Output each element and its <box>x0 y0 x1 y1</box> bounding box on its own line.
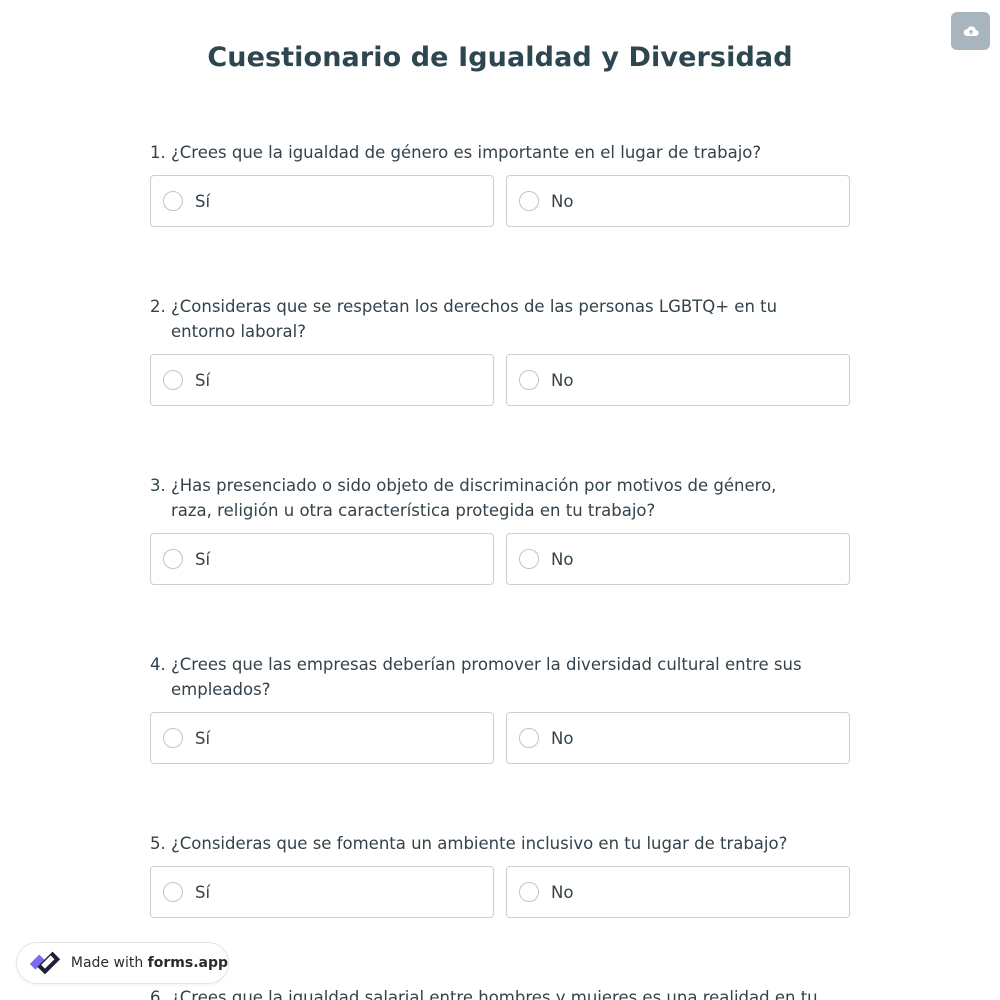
question-4: 4. ¿Crees que las empresas deberían prom… <box>150 652 850 764</box>
radio-button[interactable] <box>519 549 539 569</box>
cloud-upload-icon <box>963 26 979 37</box>
radio-button[interactable] <box>163 882 183 902</box>
badge-text: Made with forms.app <box>71 955 228 971</box>
option-label: No <box>551 191 574 211</box>
question-label: ¿Crees que las empresas deberían promove… <box>171 655 802 699</box>
form-title: Cuestionario de Igualdad y Diversidad <box>207 42 793 73</box>
radio-button[interactable] <box>519 191 539 211</box>
form-page: Cuestionario de Igualdad y Diversidad 1.… <box>0 0 1000 1000</box>
question-text: 4. ¿Crees que las empresas deberían prom… <box>150 652 850 702</box>
option-no[interactable]: No <box>506 712 850 764</box>
question-label: ¿Consideras que se fomenta un ambiente i… <box>171 834 788 853</box>
radio-button[interactable] <box>519 728 539 748</box>
question-text: 3. ¿Has presenciado o sido objeto de dis… <box>150 473 850 523</box>
question-5: 5. ¿Consideras que se fomenta un ambient… <box>150 831 850 918</box>
option-label: No <box>551 728 574 748</box>
radio-button[interactable] <box>519 882 539 902</box>
option-label: Sí <box>195 191 211 211</box>
question-text: 2. ¿Consideras que se respetan los derec… <box>150 294 850 344</box>
badge-brand: forms.app <box>147 955 228 971</box>
option-yes[interactable]: Sí <box>150 866 494 918</box>
options-group: Sí No <box>150 175 850 227</box>
question-number: 1. <box>150 143 166 162</box>
option-label: Sí <box>195 882 211 902</box>
option-yes[interactable]: Sí <box>150 354 494 406</box>
question-text: 6. ¿Crees que la igualdad salarial entre… <box>150 985 850 1000</box>
option-no[interactable]: No <box>506 175 850 227</box>
option-label: Sí <box>195 370 211 390</box>
question-6: 6. ¿Crees que la igualdad salarial entre… <box>150 985 850 1000</box>
options-group: Sí No <box>150 712 850 764</box>
option-yes[interactable]: Sí <box>150 712 494 764</box>
radio-button[interactable] <box>163 191 183 211</box>
option-no[interactable]: No <box>506 866 850 918</box>
option-label: No <box>551 549 574 569</box>
option-yes[interactable]: Sí <box>150 175 494 227</box>
option-label: Sí <box>195 728 211 748</box>
option-no[interactable]: No <box>506 354 850 406</box>
option-label: No <box>551 370 574 390</box>
option-no[interactable]: No <box>506 533 850 585</box>
options-group: Sí No <box>150 866 850 918</box>
options-group: Sí No <box>150 533 850 585</box>
radio-button[interactable] <box>519 370 539 390</box>
question-number: 4. <box>150 655 166 674</box>
forms-app-logo-icon <box>29 951 61 975</box>
option-label: No <box>551 882 574 902</box>
question-number: 2. <box>150 297 166 316</box>
question-number: 5. <box>150 834 166 853</box>
options-group: Sí No <box>150 354 850 406</box>
question-text: 5. ¿Consideras que se fomenta un ambient… <box>150 831 850 856</box>
question-label: ¿Crees que la igualdad salarial entre ho… <box>171 988 818 1000</box>
question-number: 6. <box>150 988 166 1000</box>
question-label: ¿Consideras que se respetan los derechos… <box>171 297 778 341</box>
question-1: 1. ¿Crees que la igualdad de género es i… <box>150 140 850 227</box>
option-label: Sí <box>195 549 211 569</box>
option-yes[interactable]: Sí <box>150 533 494 585</box>
question-label: ¿Has presenciado o sido objeto de discri… <box>171 476 777 520</box>
question-3: 3. ¿Has presenciado o sido objeto de dis… <box>150 473 850 585</box>
question-2: 2. ¿Consideras que se respetan los derec… <box>150 294 850 406</box>
question-number: 3. <box>150 476 166 495</box>
radio-button[interactable] <box>163 370 183 390</box>
radio-button[interactable] <box>163 549 183 569</box>
question-label: ¿Crees que la igualdad de género es impo… <box>171 143 762 162</box>
radio-button[interactable] <box>163 728 183 748</box>
made-with-badge[interactable]: Made with forms.app <box>16 942 229 984</box>
badge-prefix: Made with <box>70 955 144 971</box>
question-text: 1. ¿Crees que la igualdad de género es i… <box>150 140 850 165</box>
